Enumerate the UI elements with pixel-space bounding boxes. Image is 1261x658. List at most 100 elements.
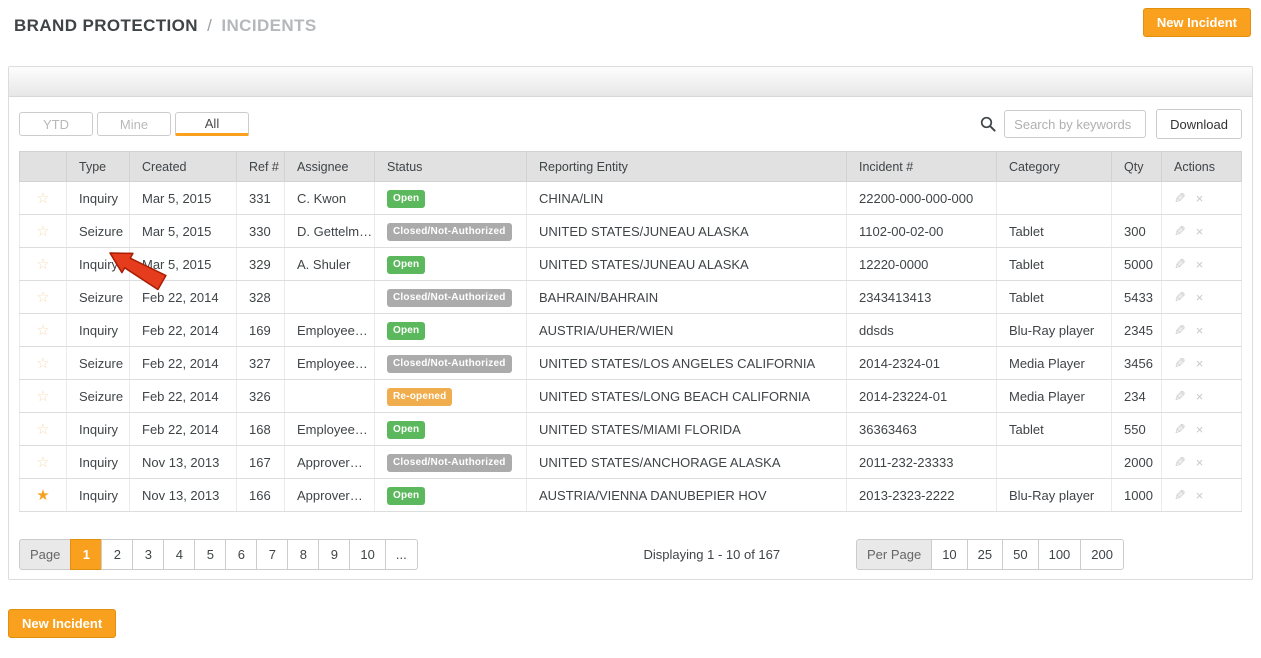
reporting-entity-cell: AUSTRIA/VIENNA DANUBEPIER HOV [527,479,847,512]
page-button-6[interactable]: 6 [225,539,257,570]
delete-x-icon[interactable]: × [1196,389,1204,404]
edit-pencil-icon[interactable]: ✎ [1174,256,1186,273]
page-button-2[interactable]: 2 [101,539,133,570]
tab-mine[interactable]: Mine [97,112,171,136]
assignee-cell: C. Kwon [285,182,375,215]
favorite-cell: ★ [20,479,67,512]
page-label: Page [19,539,71,570]
reporting-entity-cell: CHINA/LIN [527,182,847,215]
per-page-button-100[interactable]: 100 [1038,539,1082,570]
table-row: ☆InquiryMar 5, 2015329A. ShulerOpenUNITE… [20,248,1242,281]
incident-number-cell: 2013-2323-2222 [847,479,997,512]
qty-cell: 300 [1112,215,1162,248]
favorite-star-icon[interactable]: ☆ [36,190,49,207]
edit-pencil-icon[interactable]: ✎ [1174,223,1186,240]
edit-pencil-icon[interactable]: ✎ [1174,322,1186,339]
assignee-cell: D. Gettelm… [285,215,375,248]
table-row: ☆SeizureFeb 22, 2014328Closed/Not-Author… [20,281,1242,314]
favorite-star-icon[interactable]: ☆ [36,454,49,471]
assignee-cell: Approver… [285,446,375,479]
status-badge: Open [387,256,425,274]
delete-x-icon[interactable]: × [1196,455,1204,470]
new-incident-button-bottom[interactable]: New Incident [8,609,116,638]
edit-pencil-icon[interactable]: ✎ [1174,454,1186,471]
delete-x-icon[interactable]: × [1196,488,1204,503]
incident-number-cell: 2014-23224-01 [847,380,997,413]
page-button-10[interactable]: 10 [349,539,385,570]
breadcrumb-primary: BRAND PROTECTION [14,16,198,35]
edit-pencil-icon[interactable]: ✎ [1174,388,1186,405]
favorite-star-icon[interactable]: ☆ [36,289,49,306]
assignee-cell: A. Shuler [285,248,375,281]
reporting-entity-cell: BAHRAIN/BAHRAIN [527,281,847,314]
favorite-star-icon[interactable]: ☆ [36,355,49,372]
reporting-entity-cell: UNITED STATES/JUNEAU ALASKA [527,248,847,281]
status-cell: Closed/Not-Authorized [375,281,527,314]
edit-pencil-icon[interactable]: ✎ [1174,289,1186,306]
qty-cell: 234 [1112,380,1162,413]
page-button-7[interactable]: 7 [256,539,288,570]
assignee-cell: Approver… [285,479,375,512]
favorite-star-icon[interactable]: ☆ [36,223,49,240]
type-cell: Inquiry [67,248,130,281]
delete-x-icon[interactable]: × [1196,323,1204,338]
per-page-button-10[interactable]: 10 [931,539,967,570]
per-page-group: Per Page102550100200 [856,539,1124,570]
tab-all[interactable]: All [175,112,249,136]
assignee-cell [285,380,375,413]
page-header: BRAND PROTECTION / INCIDENTS New Inciden… [0,0,1261,56]
status-cell: Open [375,413,527,446]
column-header-created: Created [130,152,237,182]
download-button[interactable]: Download [1156,109,1242,139]
favorite-star-icon[interactable]: ★ [36,487,49,504]
page-button-8[interactable]: 8 [287,539,319,570]
filter-tabs: YTDMineAll [19,112,249,136]
page-button-3[interactable]: 3 [132,539,164,570]
category-cell: Media Player [997,347,1112,380]
status-cell: Closed/Not-Authorized [375,446,527,479]
page-button-5[interactable]: 5 [194,539,226,570]
category-cell: Tablet [997,413,1112,446]
edit-pencil-icon[interactable]: ✎ [1174,355,1186,372]
favorite-star-icon[interactable]: ☆ [36,256,49,273]
table-row: ☆SeizureMar 5, 2015330D. Gettelm…Closed/… [20,215,1242,248]
status-badge: Closed/Not-Authorized [387,454,512,472]
per-page-button-50[interactable]: 50 [1002,539,1038,570]
new-incident-button-top[interactable]: New Incident [1143,8,1251,37]
category-cell: Tablet [997,215,1112,248]
delete-x-icon[interactable]: × [1196,224,1204,239]
page-button-dotdotdot[interactable]: ... [385,539,418,570]
delete-x-icon[interactable]: × [1196,191,1204,206]
delete-x-icon[interactable]: × [1196,422,1204,437]
edit-pencil-icon[interactable]: ✎ [1174,421,1186,438]
status-badge: Open [387,322,425,340]
delete-x-icon[interactable]: × [1196,257,1204,272]
page-button-9[interactable]: 9 [318,539,350,570]
qty-cell: 550 [1112,413,1162,446]
category-cell: Tablet [997,248,1112,281]
column-header-actions: Actions [1162,152,1242,182]
type-cell: Seizure [67,281,130,314]
search-input[interactable] [1004,110,1146,138]
tab-ytd[interactable]: YTD [19,112,93,136]
assignee-cell: Employee… [285,314,375,347]
favorite-star-icon[interactable]: ☆ [36,421,49,438]
actions-cell: ✎× [1162,314,1242,347]
favorite-star-icon[interactable]: ☆ [36,388,49,405]
delete-x-icon[interactable]: × [1196,290,1204,305]
page-button-1[interactable]: 1 [70,539,102,570]
actions-cell: ✎× [1162,248,1242,281]
page-button-4[interactable]: 4 [163,539,195,570]
created-cell: Nov 13, 2013 [130,446,237,479]
edit-pencil-icon[interactable]: ✎ [1174,487,1186,504]
panel-header-bar [9,67,1252,97]
favorite-cell: ☆ [20,347,67,380]
delete-x-icon[interactable]: × [1196,356,1204,371]
incidents-page: BRAND PROTECTION / INCIDENTS New Inciden… [0,0,1261,658]
per-page-button-200[interactable]: 200 [1080,539,1124,570]
edit-pencil-icon[interactable]: ✎ [1174,190,1186,207]
created-cell: Mar 5, 2015 [130,215,237,248]
per-page-button-25[interactable]: 25 [967,539,1003,570]
status-cell: Re-opened [375,380,527,413]
favorite-star-icon[interactable]: ☆ [36,322,49,339]
